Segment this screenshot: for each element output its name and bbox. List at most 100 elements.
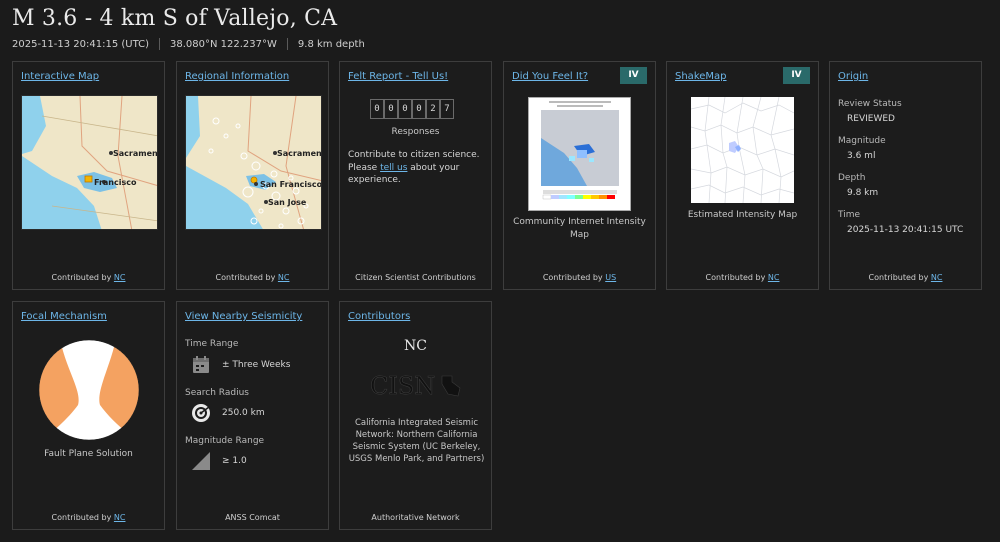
contributor-description-line: Seismic System (UC Berkeley,	[352, 442, 481, 452]
contributed-by: Contributed by US	[504, 273, 655, 282]
counter-digit: 0	[370, 99, 384, 119]
contributor-link[interactable]: NC	[114, 513, 126, 522]
dyfi-map-thumbnail[interactable]	[528, 97, 631, 211]
regional-information-link[interactable]: Regional Information	[185, 71, 289, 82]
focal-mechanism-link[interactable]: Focal Mechanism	[21, 311, 107, 322]
felt-report-text-please: Please	[348, 162, 378, 173]
contributed-by: Contributed by NC	[13, 513, 164, 522]
contributed-label: Contributed by	[705, 273, 766, 282]
magnitude-range-value: ≥ 1.0	[222, 456, 247, 466]
contributor-description-line: California Integrated Seismic	[354, 418, 478, 428]
shakemap-thumbnail[interactable]	[690, 96, 795, 204]
felt-report-footer: Citizen Scientist Contributions	[355, 273, 476, 282]
time-value: 2025-11-13 20:41:15 UTC	[847, 225, 964, 235]
divider	[286, 38, 288, 50]
review-status-value: REVIEWED	[847, 114, 895, 124]
contributed-by: Contributed by NC	[177, 273, 328, 282]
contributor-description: California Integrated Seismic Network: N…	[346, 417, 487, 465]
calendar-icon	[191, 355, 211, 375]
felt-report-card: Felt Report - Tell Us! 0 0 0 0 2 7 Respo…	[339, 61, 492, 290]
regional-information-card: Regional Information Sacramento San Fran…	[176, 61, 329, 290]
dyfi-caption-line: Community Internet Intensity	[513, 217, 646, 227]
magnitude-label: Magnitude	[838, 136, 886, 146]
felt-report-text-about: about your	[410, 162, 460, 173]
review-status-label: Review Status	[838, 99, 902, 109]
event-datetime: 2025-11-13 20:41:15 (UTC)	[12, 38, 150, 50]
contributed-label: Contributed by	[51, 513, 112, 522]
response-counter: 0 0 0 0 2 7	[370, 99, 454, 119]
intensity-badge: IV	[620, 67, 647, 84]
shakemap-caption: Estimated Intensity Map	[687, 210, 798, 220]
search-radius-value: 250.0 km	[222, 408, 265, 418]
beachball-diagram[interactable]	[38, 339, 140, 441]
contributed-label: Contributed by	[51, 273, 112, 282]
interactive-map-card: Interactive Map Sacramento Francisco Con…	[12, 61, 165, 290]
map-label-francisco: Francisco	[94, 178, 137, 187]
time-range-label: Time Range	[185, 339, 239, 349]
event-summary: 2025-11-13 20:41:15 (UTC) 38.080°N 122.2…	[12, 38, 365, 50]
map-label-san-jose: San Jose	[268, 198, 307, 207]
origin-card: Origin Review Status REVIEWED Magnitude …	[829, 61, 982, 290]
felt-report-text-line: experience.	[348, 175, 401, 185]
contributed-by: Contributed by NC	[667, 273, 818, 282]
dyfi-link[interactable]: Did You Feel It?	[512, 71, 588, 82]
cisn-logo: CISN	[368, 370, 464, 400]
depth-label: Depth	[838, 173, 866, 183]
map-label-san-francisco: San Francisco	[260, 180, 322, 189]
contributors-footer: Authoritative Network	[371, 513, 460, 522]
event-coordinates: 38.080°N 122.237°W	[170, 38, 277, 50]
time-label: Time	[838, 210, 861, 220]
divider	[159, 38, 161, 50]
contributor-description-line: Network: Northern California	[355, 430, 478, 440]
magnitude-range-label: Magnitude Range	[185, 436, 265, 446]
cisn-logo-text: CISN	[370, 372, 435, 400]
contributor-link[interactable]: NC	[931, 273, 943, 282]
map-label-sacramento: Sacramento	[113, 149, 158, 158]
contributor-link[interactable]: NC	[114, 273, 126, 282]
contributed-label: Contributed by	[542, 273, 603, 282]
nearby-footer: ANSS Comcat	[225, 513, 280, 522]
felt-report-text-line: Please tell us about your	[348, 162, 488, 175]
interactive-map-thumbnail[interactable]: Sacramento Francisco	[21, 95, 158, 230]
interactive-map-link[interactable]: Interactive Map	[21, 71, 99, 82]
felt-report-link[interactable]: Felt Report - Tell Us!	[348, 71, 448, 82]
search-radius-label: Search Radius	[185, 388, 249, 398]
radius-icon	[191, 403, 211, 423]
focal-mechanism-card: Focal Mechanism Fault Plane Solution Con…	[12, 301, 165, 530]
intensity-badge: IV	[783, 67, 810, 84]
contributed-by: Contributed by NC	[830, 273, 981, 282]
contributed-label: Contributed by	[868, 273, 929, 282]
depth-value: 9.8 km	[847, 188, 879, 198]
contributor-link[interactable]: NC	[278, 273, 290, 282]
counter-digit: 2	[426, 99, 440, 119]
focal-caption: Fault Plane Solution	[44, 449, 133, 459]
contributed-label: Contributed by	[215, 273, 276, 282]
map-label-sacramento: Sacramento	[277, 149, 322, 158]
shakemap-card: ShakeMap IV Estimated Intensity Map Cont…	[666, 61, 819, 290]
counter-digit: 0	[384, 99, 398, 119]
shakemap-link[interactable]: ShakeMap	[675, 71, 727, 82]
contributor-link[interactable]: US	[605, 273, 616, 282]
contributors-link[interactable]: Contributors	[348, 311, 410, 322]
contributors-card: Contributors NC CISN California Integrat…	[339, 301, 492, 530]
event-depth: 9.8 km depth	[297, 38, 365, 50]
magnitude-value: 3.6 ml	[847, 151, 876, 161]
nearby-seismicity-card: View Nearby Seismicity Time Range ± Thre…	[176, 301, 329, 530]
felt-report-text: Contribute to citizen science. Please te…	[348, 149, 488, 187]
counter-digit: 7	[440, 99, 454, 119]
contributor-description-line: USGS Menlo Park, and Partners)	[348, 454, 485, 464]
time-range-value: ± Three Weeks	[222, 360, 291, 370]
counter-digit: 0	[398, 99, 412, 119]
network-code: NC	[404, 338, 427, 354]
nearby-seismicity-link[interactable]: View Nearby Seismicity	[185, 311, 302, 322]
responses-label: Responses	[391, 127, 440, 137]
dyfi-card: Did You Feel It? IV Community Internet I…	[503, 61, 656, 290]
felt-report-text-line: Contribute to citizen science.	[348, 150, 480, 160]
dyfi-caption-line: Map	[570, 230, 589, 240]
contributor-link[interactable]: NC	[768, 273, 780, 282]
page-title: M 3.6 - 4 km S of Vallejo, CA	[12, 6, 338, 31]
regional-map-thumbnail[interactable]: Sacramento San Francisco San Jose	[185, 95, 322, 230]
tell-us-link[interactable]: tell us	[380, 163, 407, 173]
contributed-by: Contributed by NC	[13, 273, 164, 282]
origin-link[interactable]: Origin	[838, 71, 868, 82]
